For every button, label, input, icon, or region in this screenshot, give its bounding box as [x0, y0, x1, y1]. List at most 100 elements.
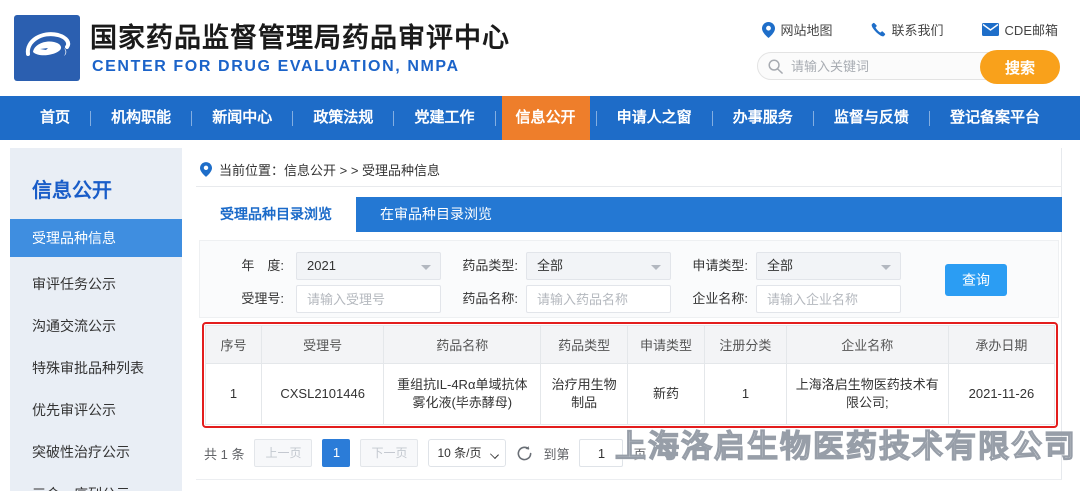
- col-drug-name: 药品名称: [383, 325, 542, 364]
- cde-logo[interactable]: [14, 15, 80, 81]
- col-date: 承办日期: [947, 325, 1056, 364]
- col-company: 企业名称: [785, 325, 949, 364]
- nav-separator: [928, 110, 930, 126]
- year-select[interactable]: 2021: [296, 252, 441, 280]
- nav-item-news[interactable]: 新闻中心: [198, 96, 286, 140]
- mailbox-label: CDE邮箱: [1004, 23, 1058, 38]
- sidebar-item-accepted-varieties[interactable]: 受理品种信息: [10, 219, 182, 257]
- contact-link[interactable]: 联系我们: [871, 20, 944, 39]
- sidebar-item-breakthrough-therapy[interactable]: 突破性治疗公示: [10, 431, 182, 473]
- query-button[interactable]: 查询: [945, 264, 1007, 296]
- mail-icon: [981, 23, 999, 36]
- breadcrumb-text: 当前位置：信息公开 > > 受理品种信息: [219, 163, 441, 178]
- cell-accept-no: CXSL2101446: [261, 363, 385, 425]
- chevron-down-icon: [490, 450, 500, 459]
- sidebar-item-review-tasks[interactable]: 审评任务公示: [10, 263, 182, 305]
- phone-icon: [871, 22, 885, 37]
- nav-item-functions[interactable]: 机构职能: [97, 96, 185, 140]
- main-content: 当前位置：信息公开 > > 受理品种信息 受理品种目录浏览 在审品种目录浏览 年…: [196, 148, 1076, 480]
- sidebar-item-priority-review[interactable]: 优先审评公示: [10, 389, 182, 431]
- chevron-down-icon: [881, 265, 891, 270]
- drug-name-label: 药品名称:: [462, 291, 518, 306]
- sidebar-title: 信息公开: [32, 180, 112, 202]
- tab-accepted-catalog[interactable]: 受理品种目录浏览: [196, 197, 356, 232]
- main-nav: 首页 机构职能 新闻中心 政策法规 党建工作 信息公开 申请人之窗 办事服务 监…: [0, 96, 1080, 140]
- header-quick-links: 网站地图 联系我们 CDE邮箱: [761, 20, 1058, 39]
- total-count: 共 1 条: [204, 446, 245, 462]
- breadcrumb: 当前位置：信息公开 > > 受理品种信息: [200, 160, 440, 179]
- site-title: 国家药品监督管理局药品审评中心: [90, 23, 510, 53]
- sidebar-item-three-in-one[interactable]: 三合一序列公示: [10, 473, 182, 491]
- tab-under-review-catalog[interactable]: 在审品种目录浏览: [356, 197, 516, 232]
- nav-separator: [812, 110, 814, 126]
- chevron-down-icon: [651, 265, 661, 270]
- page-1-button[interactable]: 1: [322, 439, 351, 467]
- prev-page-button[interactable]: 上一页: [254, 439, 313, 467]
- cell-reg-class: 1: [704, 363, 787, 425]
- sidebar-list: 审评任务公示 沟通交流公示 特殊审批品种列表 优先审评公示 突破性治疗公示 三合…: [10, 263, 182, 491]
- filter-panel: 年 度: 2021 药品类型: 全部 申请类型: 全部 受理号: 药品名称: 企…: [199, 240, 1059, 318]
- search-button[interactable]: 搜索: [980, 50, 1060, 84]
- company-input[interactable]: [756, 285, 901, 313]
- apply-type-select[interactable]: 全部: [756, 252, 901, 280]
- nav-separator: [494, 110, 496, 126]
- sidebar-item-special-approval[interactable]: 特殊审批品种列表: [10, 347, 182, 389]
- drug-type-select[interactable]: 全部: [526, 252, 671, 280]
- site-search-bar: 搜索: [757, 50, 1060, 84]
- company-label: 企业名称:: [692, 291, 748, 306]
- apply-type-label: 申请类型:: [692, 258, 748, 273]
- map-pin-icon: [761, 21, 775, 38]
- nav-item-supervision[interactable]: 监督与反馈: [820, 96, 923, 140]
- drug-type-value: 全部: [537, 258, 564, 273]
- drug-name-input[interactable]: [526, 285, 671, 313]
- table-header-row: 序号 受理号 药品名称 药品类型 申请类型 注册分类 企业名称 承办日期: [204, 325, 1056, 364]
- contact-label: 联系我们: [891, 23, 944, 38]
- sidebar: 信息公开 受理品种信息 审评任务公示 沟通交流公示 特殊审批品种列表 优先审评公…: [10, 148, 182, 491]
- refresh-icon[interactable]: [516, 445, 533, 462]
- col-reg-class: 注册分类: [704, 325, 787, 364]
- site-subtitle: CENTER FOR DRUG EVALUATION, NMPA: [92, 58, 460, 75]
- nav-item-services[interactable]: 办事服务: [719, 96, 807, 140]
- location-pin-icon: [200, 162, 212, 177]
- nav-item-info-disclosure[interactable]: 信息公开: [501, 96, 590, 140]
- mailbox-link[interactable]: CDE邮箱: [981, 20, 1058, 39]
- tab-bar: 受理品种目录浏览 在审品种目录浏览: [196, 197, 1062, 232]
- cde-website-page: 国家药品监督管理局药品审评中心 CENTER FOR DRUG EVALUATI…: [0, 0, 1080, 491]
- results-table: 序号 受理号 药品名称 药品类型 申请类型 注册分类 企业名称 承办日期 1 C…: [204, 325, 1056, 425]
- cell-apply-type: 新药: [626, 363, 706, 425]
- sidebar-item-communication[interactable]: 沟通交流公示: [10, 305, 182, 347]
- col-accept-no: 受理号: [261, 325, 385, 364]
- nav-item-registration-platform[interactable]: 登记备案平台: [936, 96, 1054, 140]
- year-label: 年 度:: [241, 258, 284, 273]
- cell-seq: 1: [204, 363, 263, 425]
- nav-separator: [90, 110, 92, 126]
- accept-no-label: 受理号:: [241, 291, 284, 306]
- nav-item-party[interactable]: 党建工作: [400, 96, 488, 140]
- cde-logo-icon: [25, 32, 71, 56]
- site-header: 国家药品监督管理局药品审评中心 CENTER FOR DRUG EVALUATI…: [0, 0, 1080, 96]
- accept-no-input[interactable]: [296, 285, 441, 313]
- nav-item-policies[interactable]: 政策法规: [299, 96, 387, 140]
- page-size-select[interactable]: 10 条/页: [428, 439, 507, 467]
- search-icon: [768, 58, 783, 74]
- year-value: 2021: [307, 258, 336, 273]
- drug-type-label: 药品类型:: [462, 258, 518, 273]
- sitemap-label: 网站地图: [780, 23, 833, 38]
- col-apply-type: 申请类型: [626, 325, 706, 364]
- next-page-button[interactable]: 下一页: [360, 439, 419, 467]
- cell-drug-type: 治疗用生物制品: [540, 363, 628, 425]
- nav-separator: [595, 110, 597, 126]
- nav-item-home[interactable]: 首页: [26, 96, 84, 140]
- highlight-red-box: 序号 受理号 药品名称 药品类型 申请类型 注册分类 企业名称 承办日期 1 C…: [202, 322, 1058, 428]
- nav-item-applicant-window[interactable]: 申请人之窗: [603, 96, 706, 140]
- breadcrumb-divider: [196, 186, 1062, 187]
- cell-date: 2021-11-26: [947, 363, 1056, 425]
- chevron-down-icon: [421, 265, 431, 270]
- page-size-value: 10 条/页: [437, 446, 482, 460]
- nav-separator: [711, 110, 713, 126]
- sitemap-link[interactable]: 网站地图: [761, 20, 833, 39]
- goto-page-input[interactable]: [579, 439, 624, 467]
- goto-suffix: 页: [633, 446, 647, 462]
- col-drug-type: 药品类型: [540, 325, 628, 364]
- goto-label: 到第: [543, 446, 570, 462]
